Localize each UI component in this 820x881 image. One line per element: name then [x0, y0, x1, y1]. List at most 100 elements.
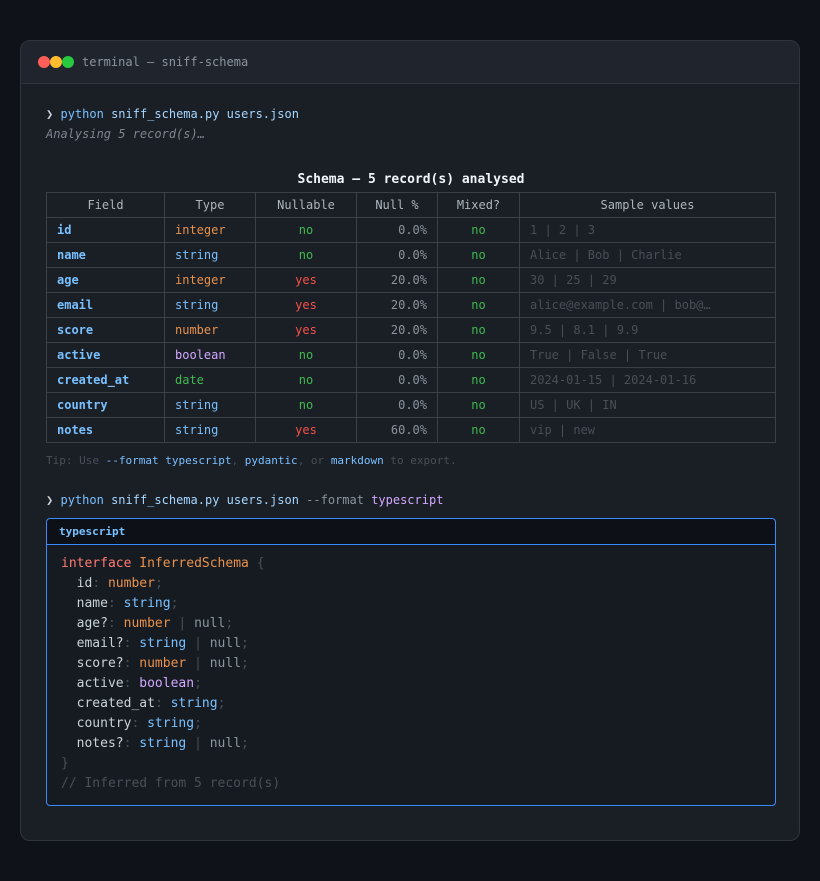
code-comment: // Inferred from 5 record(s): [61, 776, 281, 791]
command-file: users.json: [226, 107, 299, 121]
interface-field: age?: number | null;: [76, 616, 234, 631]
mixed-cell: no: [437, 392, 520, 418]
table-row: score number yes 20.0% no 9.5 | 8.1 | 9.9: [46, 317, 776, 343]
field-name-cell: created_at: [46, 367, 165, 393]
schema-table: Field Type Nullable Null % Mixed? Sample…: [46, 192, 776, 443]
sample-values-cell: 2024-01-15 | 2024-01-16: [519, 367, 776, 393]
field-name-cell: age: [46, 267, 165, 293]
optional-marker: ?: [115, 656, 124, 671]
nullable-cell: no: [255, 242, 357, 268]
tip-text: Tip: Use: [46, 454, 106, 467]
field-type: string: [147, 716, 195, 731]
mixed-cell: no: [437, 317, 520, 343]
field-type: string: [139, 736, 187, 751]
table-row: name string no 0.0% no Alice | Bob | Charlie: [46, 242, 776, 268]
nullable-cell: yes: [255, 267, 357, 293]
field-name: name: [76, 596, 108, 611]
table-row: country string no 0.0% no US | UK | IN: [46, 392, 776, 418]
field-name: age: [76, 616, 101, 631]
sample-values-cell: True | False | True: [519, 342, 776, 368]
type-cell: integer: [164, 217, 256, 243]
nullable-cell: yes: [255, 317, 357, 343]
sample-values-cell: 9.5 | 8.1 | 9.9: [519, 317, 776, 343]
optional-marker: ?: [115, 636, 124, 651]
field-type: number: [139, 656, 187, 671]
field-name-cell: score: [46, 317, 165, 343]
null-pct-cell: 20.0%: [356, 267, 438, 293]
tip-text: ,: [231, 454, 245, 467]
table-row: id integer no 0.0% no 1 | 2 | 3: [46, 217, 776, 243]
column-header: Null %: [356, 192, 438, 218]
command-line-1: ❯ python sniff_schema.py users.json: [46, 104, 776, 124]
field-name-cell: name: [46, 242, 165, 268]
terminal-window: terminal — sniff-schema ❯ python sniff_s…: [20, 40, 800, 841]
null-pct-cell: 0.0%: [356, 217, 438, 243]
sample-values-cell: vip | new: [519, 417, 776, 443]
tip-option-pydantic: pydantic: [244, 454, 298, 467]
field-type: number: [123, 616, 171, 631]
type-cell: string: [164, 242, 256, 268]
null-type: null: [209, 656, 242, 671]
nullable-cell: no: [255, 392, 357, 418]
command-flag-value: typescript: [371, 493, 444, 507]
tip-option-markdown: markdown: [330, 454, 384, 467]
nullable-cell: yes: [255, 292, 357, 318]
command-program: python: [60, 493, 104, 507]
field-type: string: [139, 636, 187, 651]
nullable-cell: no: [255, 367, 357, 393]
null-type: null: [209, 736, 242, 751]
minimize-icon[interactable]: [50, 56, 62, 68]
interface-field: created_at: string;: [76, 696, 226, 711]
window-title: terminal — sniff-schema: [82, 55, 249, 69]
table-header-row: Field Type Nullable Null % Mixed? Sample…: [46, 192, 776, 218]
column-header: Sample values: [519, 192, 776, 218]
interface-name: InferredSchema: [139, 556, 249, 571]
null-pct-cell: 60.0%: [356, 417, 438, 443]
field-type: boolean: [139, 676, 195, 691]
field-name-cell: active: [46, 342, 165, 368]
null-pct-cell: 20.0%: [356, 292, 438, 318]
closing-brace: }: [61, 756, 69, 771]
field-name: country: [76, 716, 132, 731]
maximize-icon[interactable]: [62, 56, 74, 68]
terminal-output: ❯ python sniff_schema.py users.json Anal…: [46, 84, 776, 806]
table-title: Schema — 5 record(s) analysed: [297, 172, 525, 187]
nullable-cell: no: [255, 217, 357, 243]
type-cell: boolean: [164, 342, 256, 368]
sample-values-cell: alice@example.com | bob@…: [519, 292, 776, 318]
field-name: id: [76, 576, 93, 591]
close-icon[interactable]: [38, 56, 50, 68]
interface-field: notes?: string | null;: [76, 736, 249, 751]
interface-keyword: interface: [61, 556, 132, 571]
nullable-cell: yes: [255, 417, 357, 443]
interface-field: active: boolean;: [76, 676, 202, 691]
field-name: created_at: [76, 696, 155, 711]
mixed-cell: no: [437, 417, 520, 443]
field-name-cell: email: [46, 292, 165, 318]
command-flag: --format: [306, 493, 364, 507]
mixed-cell: no: [437, 342, 520, 368]
column-header: Type: [164, 192, 256, 218]
interface-field: email?: string | null;: [76, 636, 249, 651]
field-type: string: [170, 696, 218, 711]
title-bar: terminal — sniff-schema: [21, 41, 799, 84]
field-name: score: [76, 656, 116, 671]
mixed-cell: no: [437, 267, 520, 293]
null-pct-cell: 0.0%: [356, 392, 438, 418]
command-program: python: [60, 107, 104, 121]
column-header: Field: [46, 192, 165, 218]
field-type: number: [107, 576, 155, 591]
null-pct-cell: 0.0%: [356, 342, 438, 368]
table-row: age integer yes 20.0% no 30 | 25 | 29: [46, 267, 776, 293]
prompt-icon: ❯: [46, 107, 54, 121]
interface-field: id: number;: [76, 576, 163, 591]
null-pct-cell: 0.0%: [356, 367, 438, 393]
null-type: null: [194, 616, 226, 631]
sample-values-cell: Alice | Bob | Charlie: [519, 242, 776, 268]
status-line: Analysing 5 record(s)…: [46, 127, 205, 141]
optional-marker: ?: [100, 616, 108, 631]
interface-declaration: interface InferredSchema {: [61, 556, 265, 571]
type-cell: string: [164, 292, 256, 318]
mixed-cell: no: [437, 242, 520, 268]
null-pct-cell: 20.0%: [356, 317, 438, 343]
